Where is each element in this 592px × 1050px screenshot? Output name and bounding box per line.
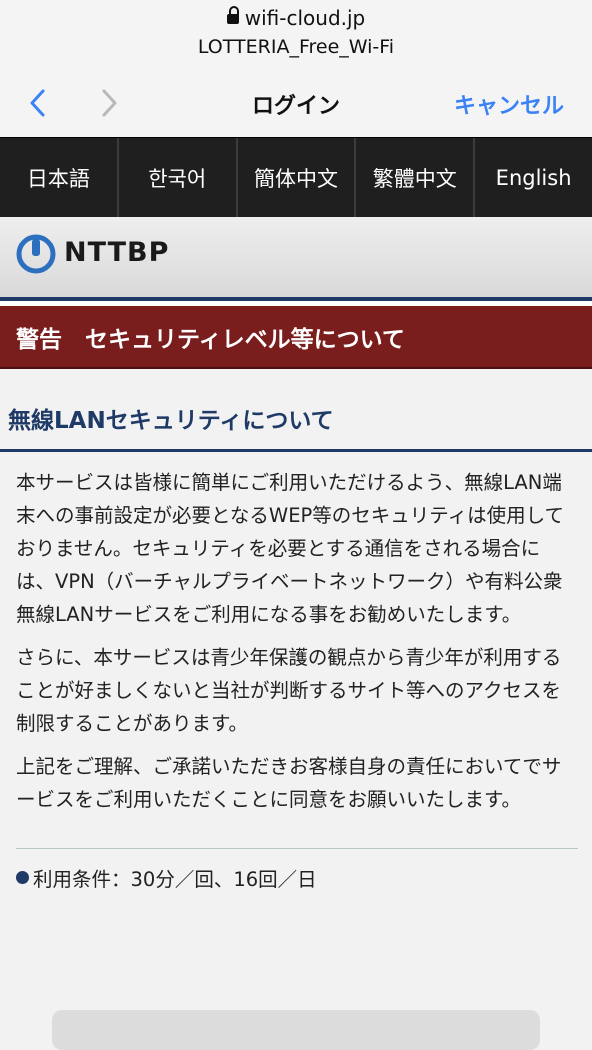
cancel-button[interactable]: キャンセル [454, 88, 564, 120]
terms-row: 利用条件：30分／回、16回／日 [16, 849, 578, 892]
ssid-label: LOTTERIA_Free_Wi-Fi [197, 36, 395, 58]
terms-text: 利用条件：30分／回、16回／日 [33, 868, 317, 891]
paragraph: 本サービスは皆様に簡単にご利用いただけるよう、無線LAN端末への事前設定が必要と… [16, 471, 565, 626]
logo-text: NTTBP [64, 237, 170, 268]
bullet-icon [16, 871, 29, 884]
language-traditional-chinese[interactable]: 繁體中文 [356, 138, 476, 217]
language-japanese[interactable]: 日本語 [0, 138, 119, 217]
language-simplified-chinese[interactable]: 簡体中文 [238, 138, 357, 217]
main-content: 無線LANセキュリティについて 本サービスは皆様に簡単にご利用いただけるよう、無… [0, 369, 592, 892]
nttbp-logo-icon [16, 234, 56, 274]
navigation-row: ログイン キャンセル [0, 82, 592, 122]
url-text: wifi-cloud.jp [244, 6, 366, 30]
paragraph: さらに、本サービスは青少年保護の観点から青少年が利用することが好ましくないと当社… [16, 646, 562, 735]
agree-button[interactable] [52, 1010, 540, 1050]
warning-banner: 警告 セキュリティレベル等について [0, 306, 592, 369]
section-heading: 無線LANセキュリティについて [0, 369, 592, 452]
logo-bar: NTTBP [0, 217, 592, 301]
lock-icon [226, 6, 239, 26]
url-display: wifi-cloud.jp [0, 6, 592, 30]
paragraph: 上記をご理解、ご承諾いただきお客様自身の責任においてでサービスをご利用いただくこ… [16, 755, 562, 811]
language-bar: 日本語 한국어 簡体中文 繁體中文 English [0, 137, 592, 217]
browser-top-bar: wifi-cloud.jp LOTTERIA_Free_Wi-Fi ログイン キ… [0, 0, 592, 137]
language-english[interactable]: English [475, 138, 592, 217]
language-korean[interactable]: 한국어 [119, 138, 238, 217]
